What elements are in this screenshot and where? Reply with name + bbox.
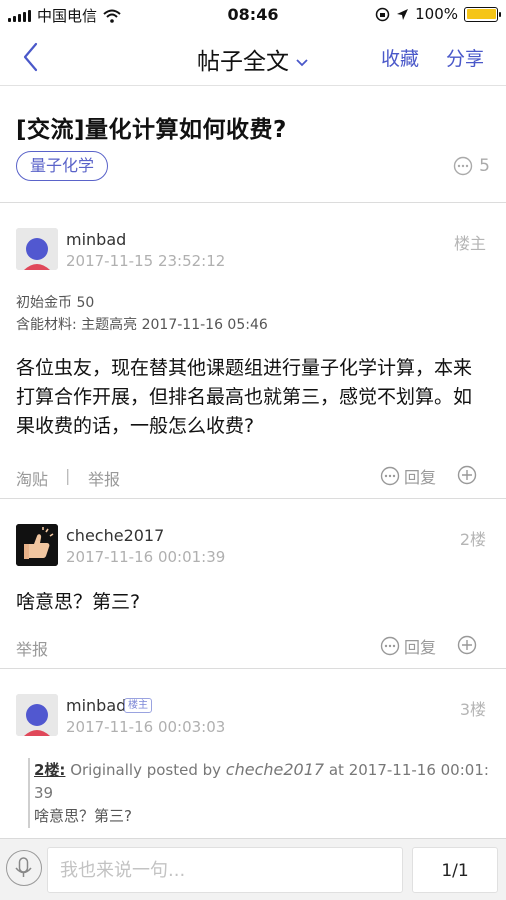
reply-button[interactable]: 回复	[380, 634, 436, 658]
nav-bar: 帖子全文 收藏 分享	[0, 28, 506, 86]
location-icon	[397, 8, 409, 20]
avatar[interactable]	[16, 228, 58, 270]
post-content: 各位虫友，现在替其他课题组进行量子化学计算，本来打算合作开展，但排名最高也就第三…	[16, 357, 473, 437]
bottom-bar: 1/1	[0, 838, 506, 900]
action-divider: |	[65, 466, 71, 485]
timestamp: 2017-11-16 00:03:03	[66, 718, 226, 736]
post-content: 啥意思？第三?	[16, 591, 141, 613]
divider	[0, 668, 506, 669]
battery-fill	[466, 9, 496, 19]
username[interactable]: minbad	[66, 230, 126, 249]
page-title[interactable]: 帖子全文	[0, 42, 506, 76]
floor-label: 3楼	[459, 700, 486, 719]
reply-button[interactable]: 回复	[380, 464, 436, 488]
default-avatar-icon	[16, 228, 58, 270]
tao-button[interactable]: 淘贴	[16, 466, 48, 490]
reply-label: 回复	[404, 638, 437, 657]
reply-label: 回复	[404, 468, 437, 487]
floor-label: 楼主	[453, 234, 486, 253]
plus-icon[interactable]	[457, 635, 477, 655]
quote-suffix-2: 39	[34, 784, 54, 802]
avatar[interactable]	[16, 524, 58, 566]
thumbs-up-icon	[16, 524, 58, 566]
meta-material: 含能材料: 主题高亮 2017-11-16 05:46	[16, 317, 268, 333]
reply-count[interactable]: 5	[453, 156, 490, 176]
quote-floor-link[interactable]: 2楼:	[34, 761, 65, 779]
quote-suffix: at 2017-11-16 00:01:	[324, 761, 489, 779]
quote-block: 2楼: Originally posted by cheche2017 at 2…	[28, 758, 498, 828]
username[interactable]: minbad	[66, 696, 126, 715]
quote-text: 啥意思？第三?	[34, 807, 132, 825]
avatar[interactable]	[16, 694, 58, 736]
divider	[0, 498, 506, 499]
status-bar: 中国电信 08:46 100%	[0, 0, 506, 28]
plus-icon[interactable]	[457, 465, 477, 485]
page-indicator[interactable]: 1/1	[412, 847, 498, 893]
category-tag[interactable]: 量子化学	[16, 151, 108, 181]
owner-badge: 楼主	[124, 698, 152, 713]
comment-icon	[380, 636, 400, 656]
comment-input-box	[47, 847, 403, 893]
timestamp: 2017-11-15 23:52:12	[66, 252, 226, 270]
divider	[0, 202, 506, 203]
comment-input[interactable]	[48, 848, 402, 892]
orientation-lock-icon	[375, 7, 390, 21]
default-avatar-icon	[16, 694, 58, 736]
comment-icon	[453, 156, 473, 176]
microphone-icon	[15, 857, 32, 877]
favorite-button[interactable]: 收藏	[381, 44, 419, 71]
quote-header: 2楼: Originally posted by cheche2017 at 2…	[34, 758, 498, 782]
battery-percent: 100%	[415, 5, 458, 23]
timestamp: 2017-11-16 00:01:39	[66, 548, 226, 566]
report-button[interactable]: 举报	[88, 466, 120, 490]
share-button[interactable]: 分享	[446, 44, 484, 71]
comment-icon	[380, 466, 400, 486]
battery-icon	[464, 6, 501, 22]
page-title-label: 帖子全文	[197, 49, 289, 75]
voice-button[interactable]	[6, 850, 42, 886]
chevron-down-icon	[296, 58, 308, 66]
post-title: [交流]量化计算如何收费?	[16, 117, 287, 143]
username[interactable]: cheche2017	[66, 526, 164, 545]
quote-author: cheche2017	[225, 760, 325, 779]
meta-coins: 初始金币 50	[16, 295, 95, 311]
reply-count-value: 5	[479, 156, 490, 176]
floor-label: 2楼	[459, 530, 486, 549]
quote-prefix: Originally posted by	[65, 761, 226, 779]
status-right: 100%	[375, 5, 501, 23]
report-button[interactable]: 举报	[16, 636, 48, 660]
